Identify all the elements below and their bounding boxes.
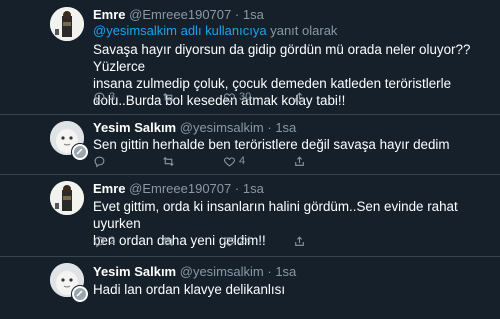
display-name[interactable]: Emre	[93, 181, 126, 196]
tweet-text-line: Sen gittin herhalde ben teröristlere değ…	[93, 137, 450, 152]
tweet[interactable]: Yesim Salkım @yesimsalkim · 1sa Hadi lan…	[0, 257, 500, 319]
tweet-text-line: insana zulmedip çoluk, çocuk demeden kat…	[93, 76, 452, 91]
tweet-header: Yesim Salkım @yesimsalkim · 1sa	[93, 120, 296, 135]
retweet-icon	[163, 92, 174, 102]
separator-dot: ·	[234, 7, 240, 22]
separator-dot: ·	[234, 181, 240, 196]
separator-dot: ·	[267, 264, 272, 279]
tweet-header: Yesim Salkım @yesimsalkim · 1sa	[93, 264, 296, 279]
verified-camera-badge	[71, 285, 89, 303]
tweet-header: Emre @Emreee190707 · 1sa	[93, 7, 264, 22]
tweet-text-line: dolu..Burda bol keseden atmak kolay tabi…	[93, 93, 346, 108]
like-count: 24	[239, 235, 252, 247]
avatar[interactable]	[50, 7, 84, 41]
reply-icon	[94, 236, 105, 247]
tweet-text-line: Hadi lan ordan klavye delikanlısı	[93, 282, 286, 297]
reply-mention-link[interactable]: @yesimsalkim adlı kullanıcıya	[93, 23, 267, 38]
display-name[interactable]: Emre	[93, 7, 126, 22]
tweet[interactable]: Emre @Emreee190707 · 1sa Evet gittim, or…	[0, 175, 500, 256]
tweet-text: Sen gittin herhalde ben teröristlere değ…	[93, 136, 488, 153]
reply-button[interactable]	[93, 154, 109, 168]
reply-button[interactable]: 2	[93, 234, 115, 248]
timestamp[interactable]: 1sa	[275, 264, 296, 279]
heart-icon	[224, 92, 235, 102]
share-button[interactable]	[293, 90, 306, 104]
reply-icon	[94, 156, 105, 167]
camera-icon	[74, 288, 86, 300]
retweet-button[interactable]	[162, 154, 178, 168]
user-handle[interactable]: @yesimsalkim	[180, 264, 264, 279]
reply-button[interactable]: 3	[93, 90, 115, 104]
user-handle[interactable]: @Emreee190707	[129, 7, 231, 22]
share-button[interactable]	[293, 154, 306, 168]
heart-icon	[224, 156, 235, 166]
avatar[interactable]	[50, 181, 84, 215]
user-handle[interactable]: @Emreee190707	[129, 181, 231, 196]
heart-icon	[224, 236, 235, 246]
retweet-button[interactable]	[162, 90, 178, 104]
retweet-icon	[163, 156, 174, 166]
tweet-text-line: ben ordan daha yeni geldim!!	[93, 233, 266, 248]
tweet-text: Evet gittim, orda ki insanların halini g…	[93, 198, 488, 249]
like-button[interactable]: 4	[223, 154, 245, 168]
timestamp[interactable]: 1sa	[243, 181, 264, 196]
tweet[interactable]: Emre @Emreee190707 · 1sa @yesimsalkim ad…	[0, 0, 500, 114]
tweet-text-line: Savaşa hayır diyorsun da gidip gördün mü…	[93, 42, 471, 74]
tweet[interactable]: Yesim Salkım @yesimsalkim · 1sa Sen gitt…	[0, 115, 500, 174]
reply-count: 3	[109, 91, 116, 103]
like-count: 30	[239, 91, 252, 103]
share-icon	[295, 91, 304, 102]
share-icon	[295, 235, 304, 246]
reply-count: 2	[109, 235, 116, 247]
tweet-header: Emre @Emreee190707 · 1sa	[93, 181, 264, 196]
display-name[interactable]: Yesim Salkım	[93, 120, 176, 135]
timestamp[interactable]: 1sa	[275, 120, 296, 135]
tweet-text: Hadi lan ordan klavye delikanlısı	[93, 281, 488, 298]
user-handle[interactable]: @yesimsalkim	[180, 120, 264, 135]
like-button[interactable]: 30	[223, 90, 251, 104]
retweet-icon	[163, 236, 174, 246]
tweet-text: Savaşa hayır diyorsun da gidip gördün mü…	[93, 41, 488, 109]
share-button[interactable]	[293, 234, 306, 248]
reply-icon	[94, 92, 105, 103]
share-icon	[295, 155, 304, 166]
like-count: 4	[239, 155, 246, 167]
retweet-button[interactable]	[162, 234, 178, 248]
reply-suffix: yanıt olarak	[270, 23, 338, 38]
separator-dot: ·	[267, 120, 272, 135]
camera-icon	[74, 146, 86, 158]
verified-camera-badge	[71, 143, 89, 161]
like-button[interactable]: 24	[223, 234, 251, 248]
reply-context: @yesimsalkim adlı kullanıcıya yanıt olar…	[93, 23, 337, 38]
tweet-text-line: Evet gittim, orda ki insanların halini g…	[93, 199, 458, 231]
display-name[interactable]: Yesim Salkım	[93, 264, 176, 279]
timestamp[interactable]: 1sa	[243, 7, 264, 22]
